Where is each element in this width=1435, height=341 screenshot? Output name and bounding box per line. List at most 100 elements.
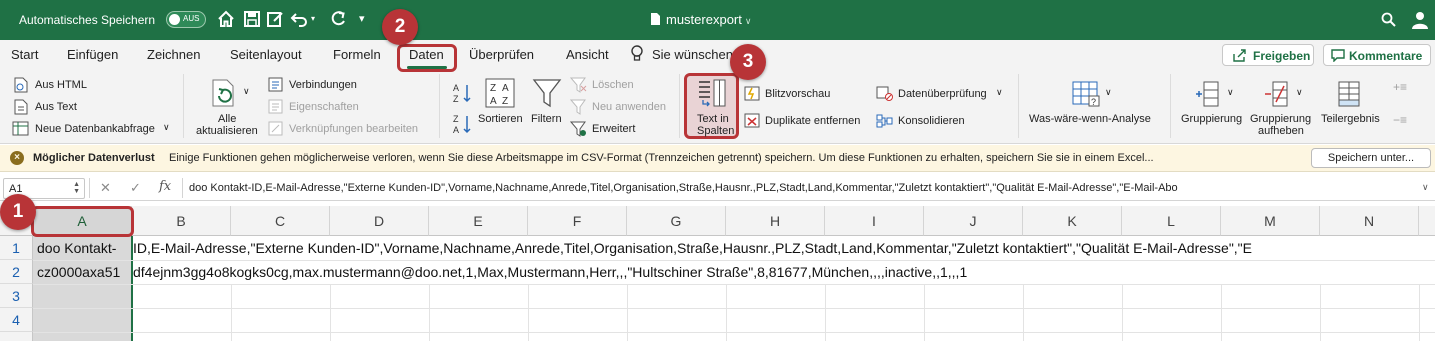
row-header-5[interactable] <box>0 332 33 341</box>
filter-icon[interactable] <box>532 77 562 109</box>
hide-detail-icon[interactable]: −≡ <box>1393 113 1407 127</box>
comments-button[interactable]: Kommentare <box>1323 44 1431 66</box>
column-header-j[interactable]: J <box>924 206 1023 236</box>
column-header-i[interactable]: I <box>825 206 924 236</box>
cell-b1-overflow[interactable]: ID,E-Mail-Adresse,"Externe Kunden-ID",Vo… <box>133 240 1252 256</box>
autosave-toggle[interactable]: AUS <box>166 11 206 28</box>
stepper-icon[interactable]: ▲ ▼ <box>73 181 80 195</box>
gridline <box>1221 284 1222 341</box>
verknuepfungen-button[interactable]: Verknüpfungen bearbeiten <box>289 123 418 135</box>
row-header-1[interactable]: 1 <box>0 236 33 260</box>
gridline <box>33 260 1435 261</box>
column-header-o[interactable] <box>1419 206 1435 236</box>
insert-function-button[interactable]: fx <box>159 179 171 194</box>
search-icon[interactable] <box>1381 12 1396 27</box>
row-header-2[interactable]: 2 <box>0 260 33 284</box>
chevron-down-icon[interactable]: ∨ <box>1227 87 1234 98</box>
home-icon[interactable] <box>217 10 235 28</box>
tab-formeln[interactable]: Formeln <box>333 47 381 62</box>
save-icon[interactable] <box>243 10 261 28</box>
neue-datenbankabfrage-button[interactable]: Neue Datenbankabfrage <box>35 123 155 135</box>
subtotal-icon[interactable] <box>1335 80 1363 108</box>
sort-za-icon[interactable]: Z A <box>452 113 472 135</box>
cancel-icon[interactable]: ✕ <box>100 180 111 196</box>
tell-me-search[interactable]: Sie wünschen <box>652 47 733 62</box>
filtern-button[interactable]: Filtern <box>531 113 562 125</box>
column-header-g[interactable]: G <box>627 206 726 236</box>
chevron-down-icon[interactable]: ∨ <box>163 122 170 133</box>
gruppierung-button[interactable]: Gruppierung <box>1181 113 1242 125</box>
neu-anwenden-button[interactable]: Neu anwenden <box>592 101 666 113</box>
konsolidieren-button[interactable]: Konsolidieren <box>898 115 965 127</box>
aus-html-button[interactable]: Aus HTML <box>35 79 87 91</box>
tab-zeichnen[interactable]: Zeichnen <box>147 47 200 62</box>
chevron-down-icon[interactable]: ∨ <box>996 87 1003 98</box>
redo-icon[interactable] <box>329 10 347 28</box>
confirm-icon[interactable]: ✓ <box>130 180 141 196</box>
eigenschaften-button[interactable]: Eigenschaften <box>289 101 359 113</box>
svg-text:Z: Z <box>502 96 508 107</box>
close-warning-icon[interactable]: × <box>10 151 24 165</box>
verbindungen-button[interactable]: Verbindungen <box>289 79 357 91</box>
sortieren-button[interactable]: Sortieren <box>478 113 523 125</box>
document-title[interactable]: musterexport ∨ <box>666 12 751 27</box>
edit-icon[interactable] <box>266 10 284 28</box>
svg-text:Z: Z <box>453 114 459 124</box>
aus-text-button[interactable]: Aus Text <box>35 101 77 113</box>
column-header-m[interactable]: M <box>1221 206 1320 236</box>
gruppierung-aufheben-label-2[interactable]: aufheben <box>1258 125 1304 137</box>
was-waere-wenn-button[interactable]: Was-wäre-wenn-Analyse <box>1029 113 1151 125</box>
customize-toolbar-icon[interactable]: ▾ <box>359 12 365 25</box>
sort-az-icon[interactable]: A Z <box>452 82 472 104</box>
blitzvorschau-button[interactable]: Blitzvorschau <box>765 88 830 100</box>
chevron-down-icon[interactable]: ∨ <box>1105 87 1112 98</box>
loeschen-button[interactable]: Löschen <box>592 79 634 91</box>
row-header-4[interactable]: 4 <box>0 308 33 332</box>
cell-a2[interactable]: cz0000axa51 <box>37 264 131 280</box>
tab-start[interactable]: Start <box>11 47 38 62</box>
tab-einfuegen[interactable]: Einfügen <box>67 47 118 62</box>
tab-ansicht[interactable]: Ansicht <box>566 47 609 62</box>
chevron-down-icon[interactable]: ∨ <box>243 86 250 97</box>
save-as-button[interactable]: Speichern unter... <box>1311 148 1431 168</box>
column-header-l[interactable]: L <box>1122 206 1221 236</box>
cell-b2-overflow[interactable]: df4ejnm3gg4o8kogks0cg,max.mustermann@doo… <box>133 264 967 280</box>
gruppierung-aufheben-label-1[interactable]: Gruppierung <box>1250 113 1311 125</box>
separator <box>679 74 680 138</box>
column-header-n[interactable]: N <box>1320 206 1419 236</box>
column-header-d[interactable]: D <box>330 206 429 236</box>
duplikate-entfernen-button[interactable]: Duplikate entfernen <box>765 115 860 127</box>
refresh-all-icon[interactable] <box>207 76 241 110</box>
tab-ueberpruefen[interactable]: Überprüfen <box>469 47 534 62</box>
column-header-c[interactable]: C <box>231 206 330 236</box>
cell-a1[interactable]: doo Kontakt- <box>37 240 131 256</box>
chevron-down-icon: ∨ <box>744 16 752 26</box>
column-header-h[interactable]: H <box>726 206 825 236</box>
column-header-f[interactable]: F <box>528 206 627 236</box>
alle-aktualisieren-label-1[interactable]: Alle <box>218 113 236 125</box>
formula-input[interactable]: doo Kontakt-ID,E-Mail-Adresse,"Externe K… <box>189 182 1178 194</box>
undo-chevron-icon[interactable]: ▾ <box>311 14 315 23</box>
tab-seitenlayout[interactable]: Seitenlayout <box>230 47 302 62</box>
data-loss-warning-bar: × Möglicher Datenverlust Einige Funktion… <box>0 145 1435 172</box>
column-header-b[interactable]: B <box>132 206 231 236</box>
group-icon[interactable] <box>1194 80 1222 108</box>
sort-icon[interactable]: Z A A Z <box>484 77 516 109</box>
show-detail-icon[interactable]: +≡ <box>1393 80 1407 94</box>
teilergebnis-button[interactable]: Teilergebnis <box>1321 113 1380 125</box>
account-icon[interactable] <box>1410 10 1430 30</box>
row-header-3[interactable]: 3 <box>0 284 33 308</box>
share-button[interactable]: Freigeben <box>1222 44 1314 66</box>
erweitert-button[interactable]: Erweitert <box>592 123 635 135</box>
column-header-e[interactable]: E <box>429 206 528 236</box>
svg-text:Z: Z <box>490 83 496 94</box>
undo-icon[interactable] <box>290 10 308 28</box>
ungroup-icon[interactable] <box>1263 80 1291 108</box>
chevron-down-icon[interactable]: ∨ <box>1296 87 1303 98</box>
expand-formula-icon[interactable]: ∨ <box>1422 182 1429 193</box>
column-header-k[interactable]: K <box>1023 206 1122 236</box>
what-if-analysis-icon[interactable]: ? <box>1071 80 1101 108</box>
alle-aktualisieren-label-2[interactable]: aktualisieren <box>196 125 258 137</box>
edit-links-icon <box>268 121 283 136</box>
datenueberpruefung-button[interactable]: Datenüberprüfung <box>898 88 987 100</box>
